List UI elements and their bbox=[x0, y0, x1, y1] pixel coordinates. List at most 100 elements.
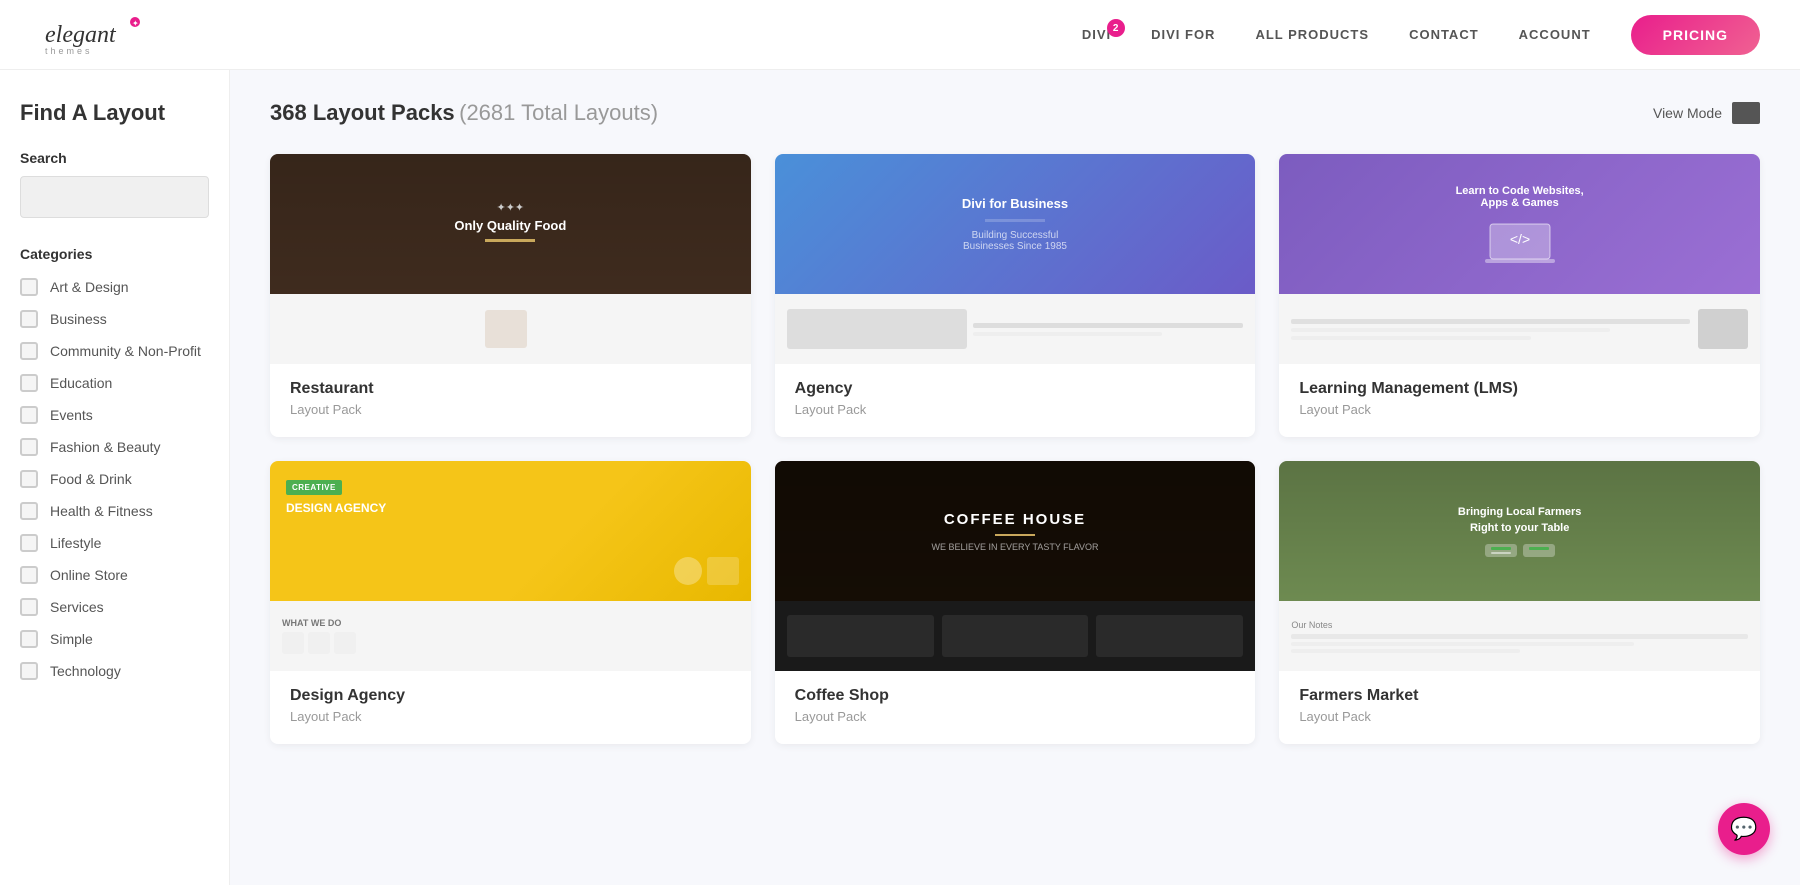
category-checkbox-art-design[interactable] bbox=[20, 278, 38, 296]
card-lms-subtitle: Layout Pack bbox=[1299, 402, 1740, 417]
card-design-agency-info: Design Agency Layout Pack bbox=[270, 671, 751, 744]
category-checkbox-health[interactable] bbox=[20, 502, 38, 520]
header-nav: DIVI 2 DIVI FOR ALL PRODUCTS CONTACT ACC… bbox=[1082, 15, 1760, 55]
card-coffee-shop-info: Coffee Shop Layout Pack bbox=[775, 671, 1256, 744]
card-agency-image: Divi for Business Building Successful Bu… bbox=[775, 154, 1256, 364]
layout-count-sub: (2681 Total Layouts) bbox=[459, 100, 658, 125]
sidebar-title: Find A Layout bbox=[20, 100, 209, 126]
card-lms[interactable]: Learn to Code Websites,Apps & Games </> bbox=[1279, 154, 1760, 437]
card-design-agency[interactable]: CREATIVE DESIGN AGENCY WHAT WE DO bbox=[270, 461, 751, 744]
category-health-fitness[interactable]: Health & Fitness bbox=[20, 502, 209, 520]
category-community-non-profit[interactable]: Community & Non-Profit bbox=[20, 342, 209, 360]
card-farmers-market-title: Farmers Market bbox=[1299, 687, 1740, 705]
view-mode-grid-icon[interactable] bbox=[1732, 102, 1760, 124]
card-restaurant[interactable]: ✦✦✦ Only Quality Food bbox=[270, 154, 751, 437]
nav-account[interactable]: ACCOUNT bbox=[1519, 27, 1591, 42]
nav-divi-for[interactable]: DIVI FOR bbox=[1151, 27, 1215, 42]
logo[interactable]: elegant themes ✦ bbox=[40, 12, 160, 57]
category-lifestyle[interactable]: Lifestyle bbox=[20, 534, 209, 552]
category-events[interactable]: Events bbox=[20, 406, 209, 424]
card-agency-subtitle: Layout Pack bbox=[795, 402, 1236, 417]
sidebar: Find A Layout Search Categories Art & De… bbox=[0, 70, 230, 885]
nav-contact[interactable]: CONTACT bbox=[1409, 27, 1479, 42]
category-checkbox-technology[interactable] bbox=[20, 662, 38, 680]
card-lms-title: Learning Management (LMS) bbox=[1299, 380, 1740, 398]
categories-list: Art & Design Business Community & Non-Pr… bbox=[20, 278, 209, 680]
layout-grid: ✦✦✦ Only Quality Food bbox=[270, 154, 1760, 744]
search-label: Search bbox=[20, 150, 209, 166]
card-agency[interactable]: Divi for Business Building Successful Bu… bbox=[775, 154, 1256, 437]
card-restaurant-title: Restaurant bbox=[290, 380, 731, 398]
card-restaurant-image: ✦✦✦ Only Quality Food bbox=[270, 154, 751, 364]
category-checkbox-community[interactable] bbox=[20, 342, 38, 360]
category-education[interactable]: Education bbox=[20, 374, 209, 392]
header: elegant themes ✦ DIVI 2 DIVI FOR ALL PRO… bbox=[0, 0, 1800, 70]
svg-text:</>: </> bbox=[1510, 231, 1530, 247]
nav-all-products-label: ALL PRODUCTS bbox=[1255, 27, 1369, 42]
svg-text:elegant: elegant bbox=[45, 22, 117, 48]
category-checkbox-simple[interactable] bbox=[20, 630, 38, 648]
card-restaurant-info: Restaurant Layout Pack bbox=[270, 364, 751, 437]
category-label-art-design: Art & Design bbox=[50, 279, 129, 295]
category-checkbox-lifestyle[interactable] bbox=[20, 534, 38, 552]
card-coffee-shop-image: COFFEE HOUSE WE BELIEVE IN EVERY TASTY F… bbox=[775, 461, 1256, 671]
content-area: 368 Layout Packs (2681 Total Layouts) Vi… bbox=[230, 70, 1800, 885]
card-coffee-shop[interactable]: COFFEE HOUSE WE BELIEVE IN EVERY TASTY F… bbox=[775, 461, 1256, 744]
search-input[interactable] bbox=[20, 176, 209, 218]
nav-divi-for-label: DIVI FOR bbox=[1151, 27, 1215, 42]
chat-button[interactable]: 💬 bbox=[1718, 803, 1770, 855]
category-label-technology: Technology bbox=[50, 663, 121, 679]
view-mode[interactable]: View Mode bbox=[1653, 102, 1760, 124]
card-restaurant-subtitle: Layout Pack bbox=[290, 402, 731, 417]
category-label-services: Services bbox=[50, 599, 104, 615]
category-label-community: Community & Non-Profit bbox=[50, 343, 201, 359]
card-agency-info: Agency Layout Pack bbox=[775, 364, 1256, 437]
category-checkbox-services[interactable] bbox=[20, 598, 38, 616]
category-label-lifestyle: Lifestyle bbox=[50, 535, 101, 551]
category-checkbox-online-store[interactable] bbox=[20, 566, 38, 584]
category-label-business: Business bbox=[50, 311, 107, 327]
category-fashion-beauty[interactable]: Fashion & Beauty bbox=[20, 438, 209, 456]
card-farmers-market-image: Bringing Local FarmersRight to your Tabl… bbox=[1279, 461, 1760, 671]
category-label-simple: Simple bbox=[50, 631, 93, 647]
category-label-events: Events bbox=[50, 407, 93, 423]
card-coffee-shop-title: Coffee Shop bbox=[795, 687, 1236, 705]
card-lms-info: Learning Management (LMS) Layout Pack bbox=[1279, 364, 1760, 437]
category-technology[interactable]: Technology bbox=[20, 662, 209, 680]
card-design-agency-image: CREATIVE DESIGN AGENCY WHAT WE DO bbox=[270, 461, 751, 671]
card-design-agency-subtitle: Layout Pack bbox=[290, 709, 731, 724]
category-services[interactable]: Services bbox=[20, 598, 209, 616]
category-checkbox-events[interactable] bbox=[20, 406, 38, 424]
nav-account-label: ACCOUNT bbox=[1519, 27, 1591, 42]
category-food-drink[interactable]: Food & Drink bbox=[20, 470, 209, 488]
category-label-online-store: Online Store bbox=[50, 567, 128, 583]
category-checkbox-business[interactable] bbox=[20, 310, 38, 328]
nav-all-products[interactable]: ALL PRODUCTS bbox=[1255, 27, 1369, 42]
layout-count-container: 368 Layout Packs (2681 Total Layouts) bbox=[270, 100, 658, 126]
category-label-health: Health & Fitness bbox=[50, 503, 153, 519]
content-header: 368 Layout Packs (2681 Total Layouts) Vi… bbox=[270, 100, 1760, 126]
layout-count: 368 Layout Packs bbox=[270, 100, 455, 125]
card-farmers-market[interactable]: Bringing Local FarmersRight to your Tabl… bbox=[1279, 461, 1760, 744]
divi-badge: 2 bbox=[1107, 19, 1125, 37]
chat-icon: 💬 bbox=[1730, 816, 1757, 842]
category-label-education: Education bbox=[50, 375, 112, 391]
category-business[interactable]: Business bbox=[20, 310, 209, 328]
svg-text:✦: ✦ bbox=[132, 19, 139, 28]
category-checkbox-fashion[interactable] bbox=[20, 438, 38, 456]
categories-label: Categories bbox=[20, 246, 209, 262]
pricing-button[interactable]: PRICING bbox=[1631, 15, 1760, 55]
card-lms-image: Learn to Code Websites,Apps & Games </> bbox=[1279, 154, 1760, 364]
main-container: Find A Layout Search Categories Art & De… bbox=[0, 70, 1800, 885]
nav-divi[interactable]: DIVI 2 bbox=[1082, 27, 1111, 42]
logo-svg: elegant themes ✦ bbox=[40, 12, 160, 57]
category-checkbox-food[interactable] bbox=[20, 470, 38, 488]
category-label-food: Food & Drink bbox=[50, 471, 132, 487]
category-online-store[interactable]: Online Store bbox=[20, 566, 209, 584]
card-farmers-market-subtitle: Layout Pack bbox=[1299, 709, 1740, 724]
card-farmers-market-info: Farmers Market Layout Pack bbox=[1279, 671, 1760, 744]
card-design-agency-title: Design Agency bbox=[290, 687, 731, 705]
category-art-design[interactable]: Art & Design bbox=[20, 278, 209, 296]
category-checkbox-education[interactable] bbox=[20, 374, 38, 392]
category-simple[interactable]: Simple bbox=[20, 630, 209, 648]
